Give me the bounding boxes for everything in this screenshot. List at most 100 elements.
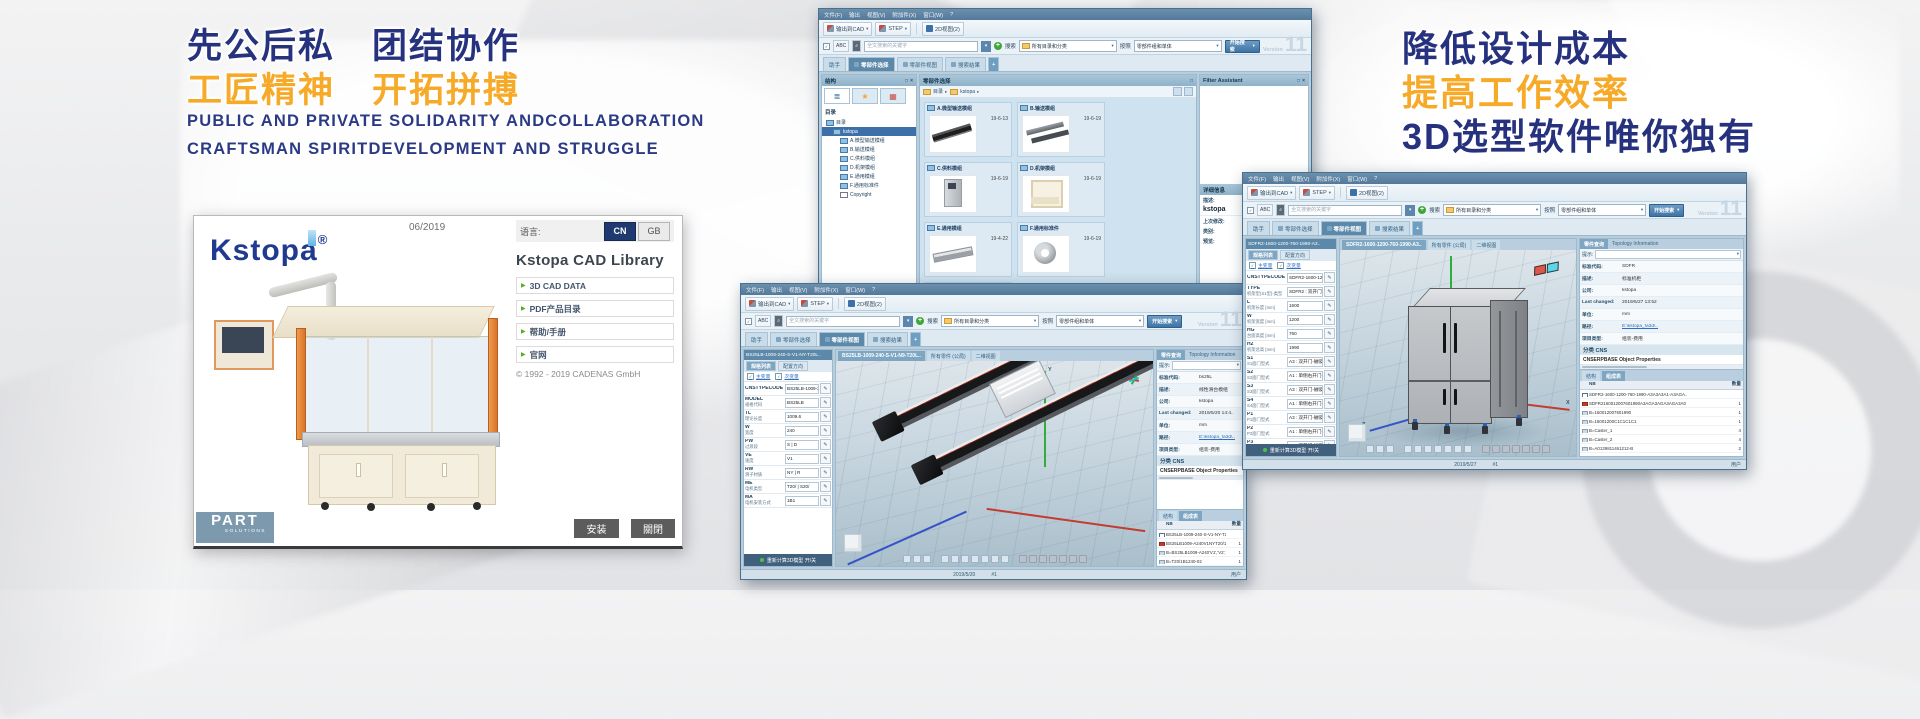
parameter-value-input[interactable]: 240 — [785, 426, 819, 436]
menu-item[interactable]: 输出 — [849, 11, 860, 19]
menu-item[interactable]: 文件(F) — [746, 286, 764, 294]
2d-view-button[interactable]: 2D视图(2) — [922, 22, 964, 36]
minimize-icon[interactable]: □ — [905, 78, 908, 84]
menu-item[interactable]: 视图(V) — [789, 286, 807, 294]
edit-parameter-icon[interactable] — [820, 411, 831, 422]
menu-item[interactable]: 附加件(X) — [1316, 175, 1340, 183]
edit-parameter-icon[interactable] — [1324, 342, 1335, 353]
edit-parameter-icon[interactable] — [1324, 412, 1335, 423]
view-tab[interactable]: 所有零件 (公局) — [1428, 240, 1471, 250]
search-scope-select[interactable]: 所有目录和分类 — [1019, 40, 1117, 52]
main-tab[interactable]: 零部件选择 — [848, 57, 895, 71]
structure-tab[interactable]: 组成表 — [1179, 511, 1202, 521]
add-search-icon[interactable]: + — [916, 317, 924, 325]
abc-filter-button[interactable]: ABC — [833, 40, 849, 52]
structure-row[interactable]: SDFR2160012007601990A3AGA3AGA3AGA3A0 1 — [1580, 399, 1743, 408]
install-button[interactable]: 安装 — [574, 519, 619, 538]
close-button[interactable]: 關閉 — [631, 519, 675, 538]
close-icon[interactable]: × — [910, 78, 913, 84]
parameter-value-input[interactable]: V1 — [785, 454, 819, 464]
edit-parameter-icon[interactable] — [820, 439, 831, 450]
menu-item[interactable]: 文件(F) — [824, 11, 842, 19]
main-tab[interactable]: 零部件选择 — [770, 332, 817, 346]
info-tab[interactable]: Topology Information — [1185, 350, 1239, 360]
search-dropdown-icon[interactable]: ▾ — [981, 41, 991, 52]
view-option-icon[interactable] — [1184, 87, 1193, 96]
parameter-value-input[interactable]: 760 — [1287, 329, 1323, 339]
parameter-value-input[interactable]: BS25LB — [785, 398, 819, 408]
search-checkbox[interactable]: ✓ — [1247, 207, 1254, 214]
export-cad-button[interactable]: 输出到CAD▾ — [745, 297, 794, 311]
menu-item[interactable]: 文件(F) — [1248, 175, 1266, 183]
close-icon[interactable]: × — [1302, 78, 1305, 84]
3d-viewport[interactable]: Y — [836, 361, 1153, 566]
info-tab[interactable]: 零件查询 — [1580, 239, 1608, 249]
view-tab[interactable]: 所有零件 (公局) — [927, 351, 970, 361]
start-search-button[interactable]: 开始搜索 — [1225, 40, 1260, 53]
parameter-value-input[interactable]: S | D — [785, 440, 819, 450]
edit-parameter-icon[interactable] — [820, 467, 831, 478]
edit-parameter-icon[interactable] — [1324, 328, 1335, 339]
abc-filter-button[interactable]: ABC — [1257, 204, 1273, 216]
parameter-value-input[interactable]: BS25LB-1009-240-S-V1-N — [785, 384, 819, 394]
main-tab[interactable]: + — [1412, 221, 1423, 235]
structure-row[interactable]: SDFR2-1600-1200-760-1990-A3A3A3A1-A3AGA.… — [1580, 390, 1743, 399]
search-scope-select[interactable]: 所有目录和分类 — [941, 315, 1039, 327]
edit-parameter-icon[interactable] — [820, 397, 831, 408]
magnifier-icon[interactable]: ⌕ — [774, 315, 783, 327]
fulltext-search-input[interactable] — [1288, 205, 1402, 216]
filter-type-select[interactable]: 零部件组和单体 — [1134, 40, 1222, 52]
info-tab[interactable]: 零件查询 — [1157, 350, 1185, 360]
recalculate-3d-button[interactable]: 重新计算3D模型 开/关 — [1246, 444, 1336, 456]
parameter-value-input[interactable]: SDFR2-1600-1200-760-19 — [1287, 273, 1323, 283]
parameter-value-input[interactable]: NY | R — [785, 468, 819, 478]
menu-item[interactable]: 视图(V) — [867, 11, 885, 19]
parameter-value-input[interactable]: 1B1 — [785, 496, 819, 506]
edit-parameter-icon[interactable] — [1324, 286, 1335, 297]
view-tab[interactable]: BS25LB-1009-240-S-V1-N9-T20L.. — [838, 351, 925, 361]
structure-row[interactable]: B=A0139811461212-B 2 — [1580, 444, 1743, 453]
main-tab[interactable]: 助手 — [823, 57, 846, 71]
installer-menu-item[interactable]: PDF产品目录 — [516, 300, 674, 317]
export-cad-button[interactable]: 输出到CAD▾ — [1247, 186, 1296, 200]
catalog-tree-tab[interactable]: ≣ — [824, 88, 850, 104]
edit-parameter-icon[interactable] — [1324, 370, 1335, 381]
main-tab[interactable]: 零部件视图 — [819, 332, 866, 346]
parameter-subtab[interactable]: 规格列表 — [1248, 250, 1278, 260]
tree-item[interactable]: F.通用标准件 — [822, 181, 916, 190]
main-tab[interactable]: + — [988, 57, 999, 71]
main-tab[interactable]: 零部件视图 — [897, 57, 944, 71]
parameter-panel-tab[interactable]: SDFR2-1600-1200-760-1990-A3.. — [1246, 239, 1336, 249]
2d-view-button[interactable]: 2D视图(2) — [844, 297, 886, 311]
minimize-icon[interactable]: □ — [1297, 78, 1300, 84]
info-search-select[interactable] — [1595, 250, 1741, 259]
edit-parameter-icon[interactable] — [820, 383, 831, 394]
start-search-button[interactable]: 开始搜索 — [1147, 315, 1182, 328]
favorites-tab[interactable]: ★ — [852, 88, 878, 104]
filter-type-select[interactable]: 零部件组和单体 — [1558, 204, 1646, 216]
parameter-subtab[interactable]: 规格列表 — [746, 361, 776, 371]
search-checkbox[interactable]: ✓ — [823, 43, 830, 50]
3d-viewport[interactable]: X Z — [1340, 250, 1576, 456]
edit-parameter-icon[interactable] — [1324, 426, 1335, 437]
variable-toggle[interactable]: 次变量 — [1277, 262, 1300, 269]
parameter-value-input[interactable]: 1200 — [1287, 315, 1323, 325]
edit-parameter-icon[interactable] — [820, 425, 831, 436]
structure-row[interactable]: B=16001200C1C1C1C1 1 — [1580, 417, 1743, 426]
horizontal-scrollbar[interactable] — [1580, 365, 1743, 369]
parameter-value-input[interactable]: 1990 — [1287, 343, 1323, 353]
magnifier-icon[interactable]: ⌕ — [1276, 204, 1285, 216]
edit-parameter-icon[interactable] — [820, 481, 831, 492]
parameter-value-input[interactable]: A3 : 双开门-磁吸型宽.. — [1287, 385, 1323, 395]
menu-item[interactable]: 输出 — [1273, 175, 1284, 183]
menu-item[interactable]: 视图(V) — [1291, 175, 1309, 183]
tree-item[interactable]: C.供料模组 — [822, 154, 916, 163]
viewport-toolbar[interactable] — [1366, 445, 1550, 453]
tree-item[interactable]: A.微型输送模组 — [822, 136, 916, 145]
fulltext-search-input[interactable] — [786, 316, 900, 327]
search-dropdown-icon[interactable]: ▾ — [1405, 205, 1415, 216]
parameter-value-input[interactable]: T20/ | S20/ — [785, 482, 819, 492]
search-dropdown-icon[interactable]: ▾ — [903, 316, 913, 327]
info-search-select[interactable] — [1172, 361, 1241, 370]
view-tab[interactable]: SDFR2-1600-1200-760-1990-A3.. — [1342, 240, 1426, 250]
